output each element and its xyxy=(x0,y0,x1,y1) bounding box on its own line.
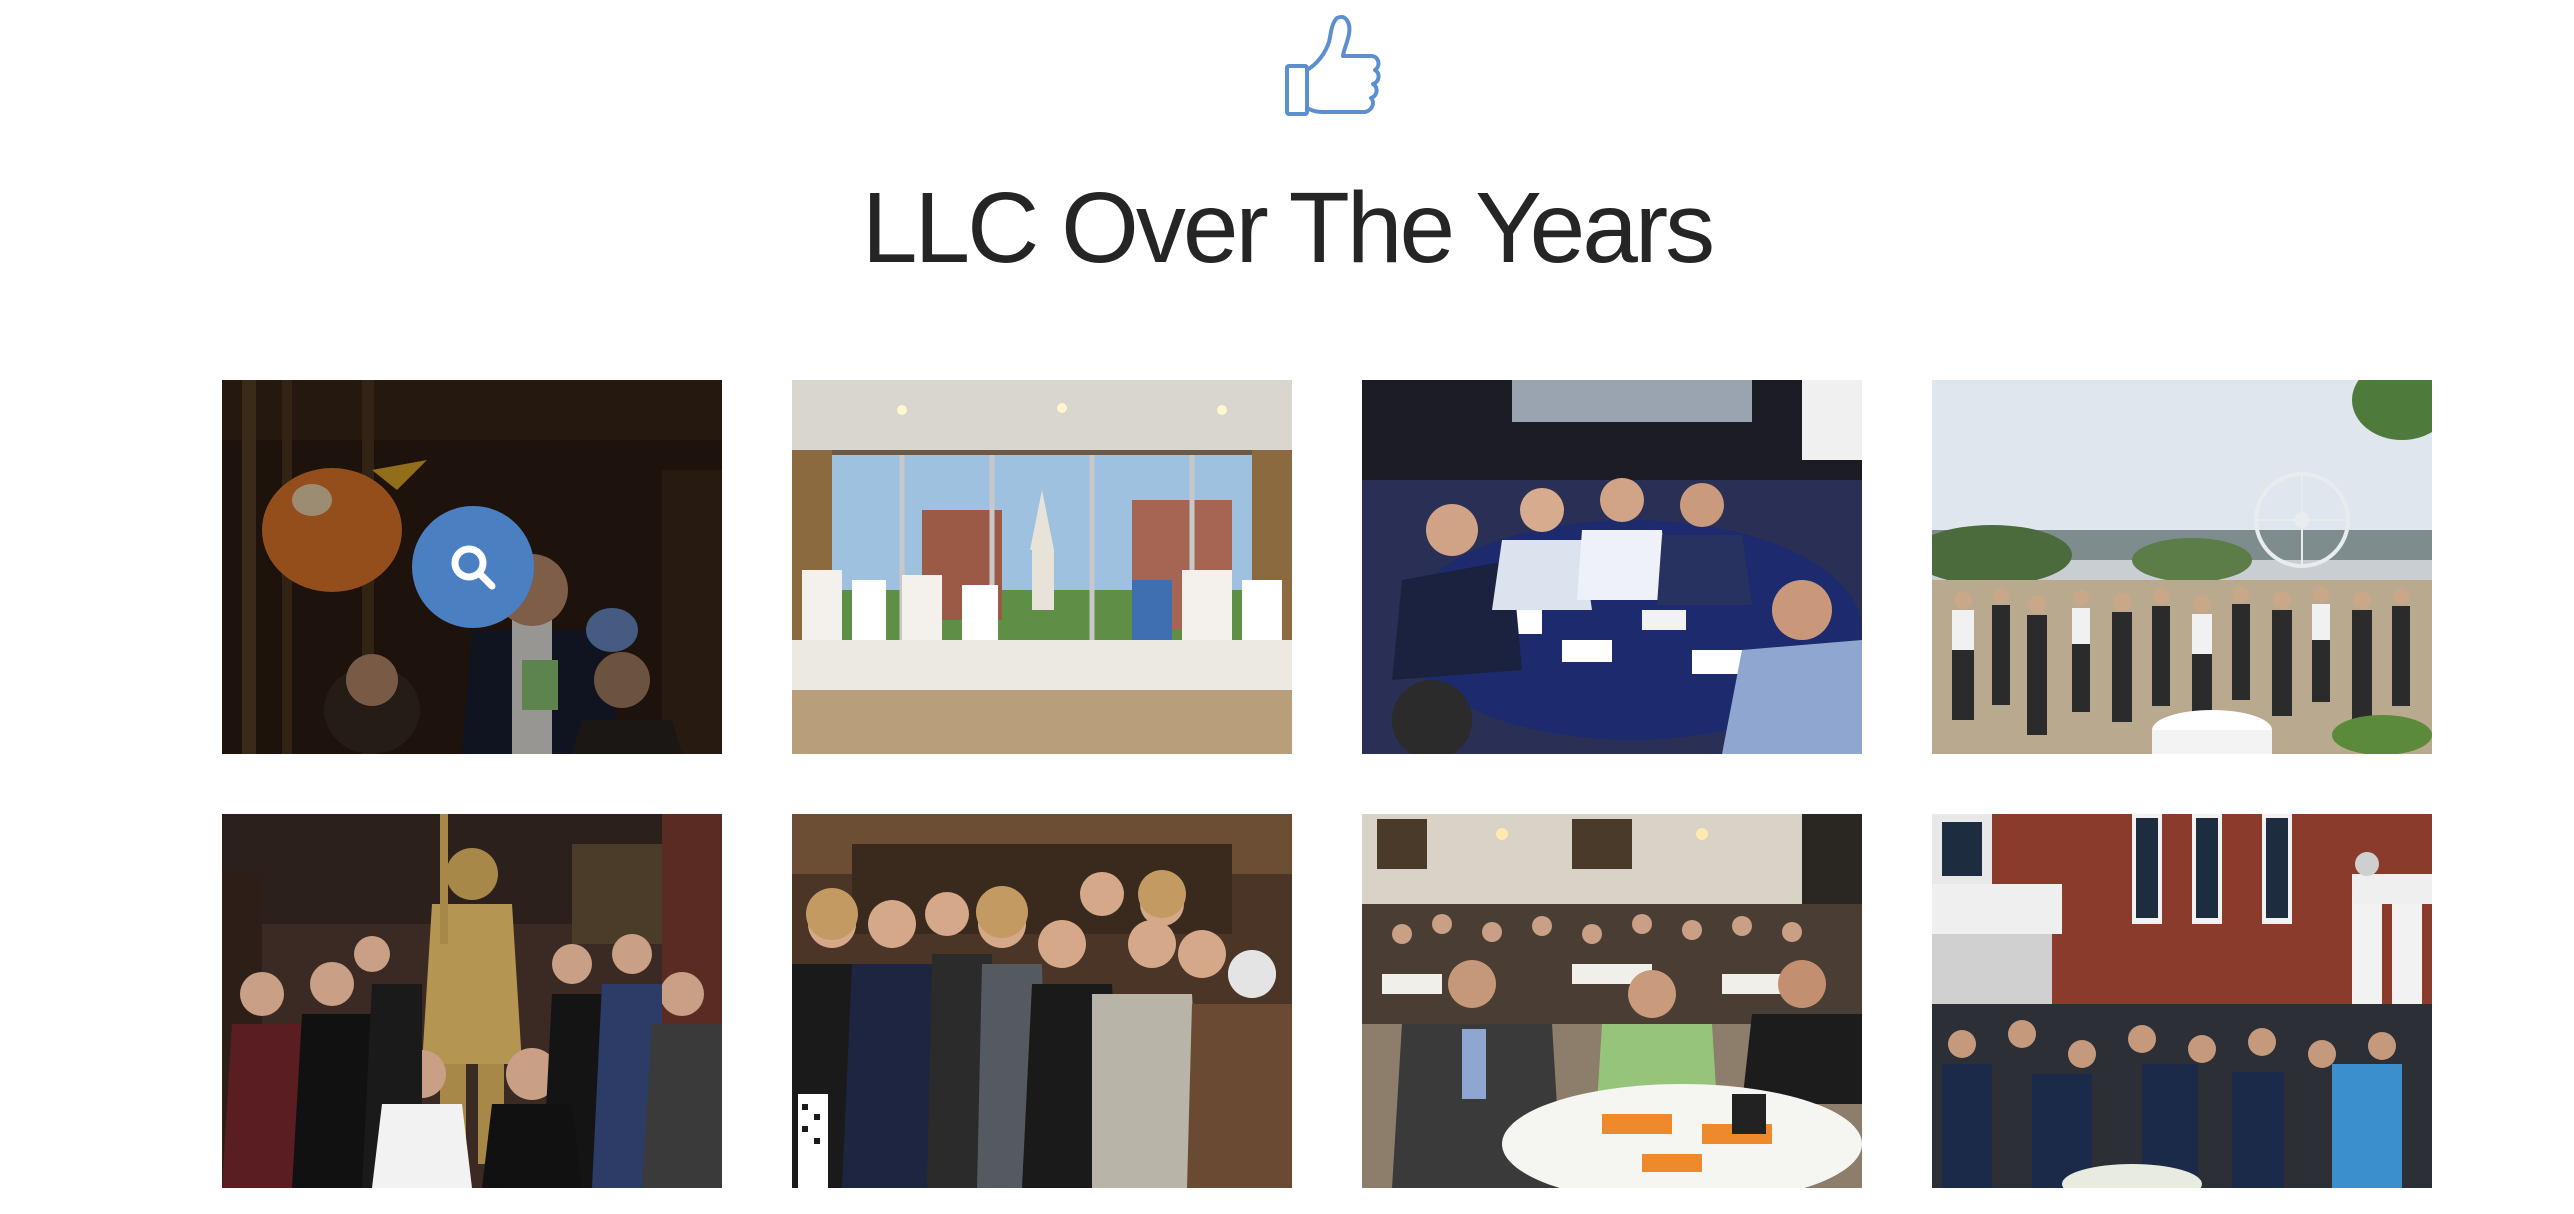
photo-gallery xyxy=(222,380,2432,1188)
gallery-photo-5[interactable] xyxy=(222,814,722,1188)
gallery-photo-3[interactable] xyxy=(1362,380,1862,754)
roundtable-discussion-photo xyxy=(1362,380,1862,754)
banquet-hall-photo xyxy=(1362,814,1862,1188)
group-with-statue-photo xyxy=(222,814,722,1188)
gallery-photo-1[interactable] xyxy=(222,380,722,754)
gallery-photo-8[interactable] xyxy=(1932,814,2432,1188)
zoom-button[interactable] xyxy=(412,506,534,628)
waterfront-reception-photo xyxy=(1932,380,2432,754)
courtyard-reception-photo xyxy=(1932,814,2432,1188)
gallery-photo-6[interactable] xyxy=(792,814,1292,1188)
group-portrait-photo xyxy=(792,814,1292,1188)
thumbs-up-icon xyxy=(1282,12,1384,120)
gallery-photo-4[interactable] xyxy=(1932,380,2432,754)
gallery-photo-2[interactable] xyxy=(792,380,1292,754)
search-icon xyxy=(451,545,496,590)
section-title: LLC Over The Years xyxy=(861,172,1715,284)
exhibit-hall-window-photo xyxy=(792,380,1292,754)
gallery-photo-7[interactable] xyxy=(1362,814,1862,1188)
